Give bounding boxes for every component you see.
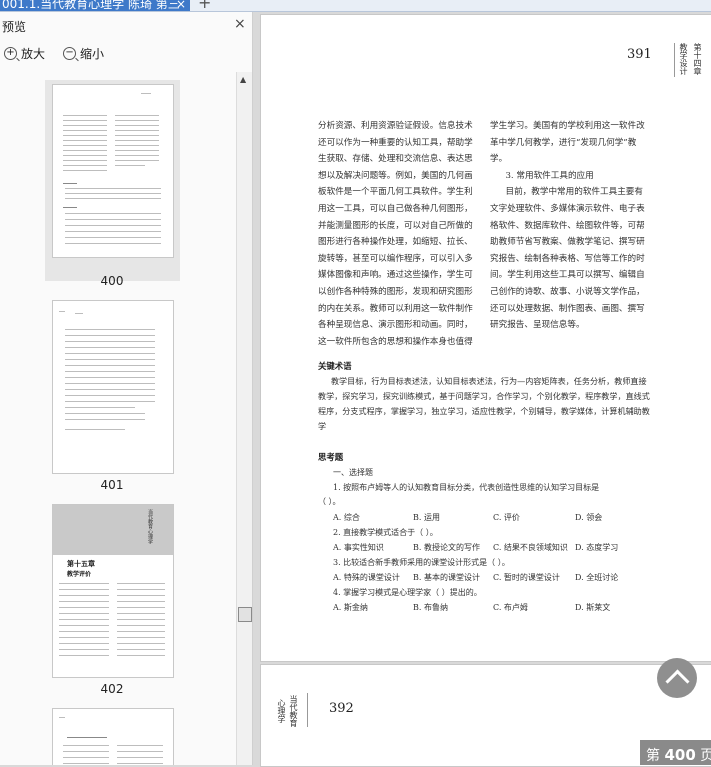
page-thumbnail-401[interactable] xyxy=(52,300,174,474)
question-2-options: A. 事实性知识 B. 教授论文的写作 C. 结果不良领域知识 D. 态度学习 xyxy=(333,542,653,554)
keywords-heading: 关键术语 xyxy=(318,361,352,371)
question-3: 3. 比较适合新手教师采用的课堂设计形式是（ ）。 xyxy=(333,558,510,567)
thumbnail-chapter-tag: 当代教育心理学 xyxy=(147,509,153,544)
thumbnail-label-400: 400 xyxy=(100,274,124,288)
question-2: 2. 直接教学模式适合于（ ）。 xyxy=(333,528,438,537)
scroll-up-icon[interactable]: ▲ xyxy=(240,75,246,84)
page2-number: 392 xyxy=(329,701,354,716)
back-to-top-button[interactable] xyxy=(657,658,697,698)
right-column: 学生学习。美国有的学校利用这一软件改革中学几何教学，进行“发现几何学”教学。 3… xyxy=(490,118,650,334)
q2-option-d: D. 态度学习 xyxy=(575,543,619,552)
questions-heading: 思考题 xyxy=(318,452,344,462)
chapter-side-title: 第十四章 xyxy=(693,43,702,75)
close-panel-icon[interactable]: × xyxy=(234,16,246,32)
q3-option-b: B. 基本的课堂设计 xyxy=(413,573,480,582)
question-1-options: A. 综合 B. 运用 C. 评价 D. 领会 xyxy=(333,512,653,524)
page2-side-title: 当代教育 xyxy=(289,695,298,727)
q4-option-c: C. 布卢姆 xyxy=(493,603,528,612)
current-page-indicator: 第 400 页 xyxy=(640,740,711,765)
q4-option-a: A. 斯金纳 xyxy=(333,603,368,612)
page-thumbnail-400[interactable] xyxy=(52,84,174,258)
thumbnail-label-401: 401 xyxy=(100,478,124,492)
thumbnail-chapter-subtitle: 教学评价 xyxy=(67,571,92,578)
question-4-options: A. 斯金纳 B. 布鲁纳 C. 布卢姆 D. 斯莱文 xyxy=(333,602,653,614)
q1-option-d: D. 领会 xyxy=(575,513,603,522)
thumbnail-scrollbar[interactable]: ▲ xyxy=(236,72,252,765)
chapter-side-subtitle: 教学设计 xyxy=(679,43,688,75)
zoom-out-icon[interactable]: − xyxy=(63,47,77,60)
q3-option-a: A. 特殊的课堂设计 xyxy=(333,573,400,582)
new-tab-button[interactable]: + xyxy=(198,0,211,11)
zoom-in-button[interactable]: 放大 xyxy=(21,45,45,62)
q2-option-c: C. 结果不良领域知识 xyxy=(493,543,568,552)
thumbnail-label-402: 402 xyxy=(100,682,124,696)
left-column: 分析资源、利用资源验证假设。信息技术还可以作为一种重要的认知工具，帮助学生获取、… xyxy=(318,118,476,350)
right-column-heading: 3. 常用软件工具的应用 xyxy=(505,170,594,181)
left-column-text: 分析资源、利用资源验证假设。信息技术还可以作为一种重要的认知工具，帮助学生获取、… xyxy=(318,121,473,347)
header-divider xyxy=(674,43,675,77)
question-4: 4. 掌握学习模式是心理学家（ ）提出的。 xyxy=(333,588,482,597)
q1-option-a: A. 综合 xyxy=(333,513,360,522)
close-tab-icon[interactable]: × xyxy=(176,0,186,11)
question-3-options: A. 特殊的课堂设计 B. 基本的课堂设计 C. 暂时的课堂设计 D. 全班讨论 xyxy=(333,572,653,584)
q4-option-d: D. 斯莱文 xyxy=(575,603,611,612)
thumbnail-chapter-title: 第十五章 xyxy=(67,559,95,568)
keywords-text: 教学目标，行为目标表述法，认知目标表述法，行为—内容矩阵表，任务分析，教师直接教… xyxy=(318,376,650,431)
right-column-text-2: 目前，教学中常用的软件工具主要有文字处理软件、多媒体演示软件、电子表格软件、数据… xyxy=(490,187,645,331)
q3-option-c: C. 暂时的课堂设计 xyxy=(493,573,560,582)
q3-option-d: D. 全班讨论 xyxy=(575,573,619,582)
page-number: 391 xyxy=(627,47,652,62)
q2-option-b: B. 教授论文的写作 xyxy=(413,543,480,552)
right-column-text-1: 学生学习。美国有的学校利用这一软件改革中学几何教学，进行“发现几何学”教学。 xyxy=(490,121,645,165)
q2-option-a: A. 事实性知识 xyxy=(333,543,384,552)
scrollbar-thumb[interactable] xyxy=(238,607,252,622)
page2-header-divider xyxy=(307,693,308,727)
document-tab-title: 001.1.当代教育心理学 陈琦 第三 xyxy=(2,0,180,11)
page2-side-subtitle: 心理学 xyxy=(277,699,286,723)
page-indicator-number: 400 xyxy=(664,746,696,764)
zoom-out-button[interactable]: 缩小 xyxy=(80,45,104,62)
q1-option-c: C. 评价 xyxy=(493,513,520,522)
document-tab[interactable]: 001.1.当代教育心理学 陈琦 第三 × xyxy=(0,0,190,11)
thumbnail-list: 400 401 当代教育心理学 第十五章 教学评价 402 xyxy=(0,72,236,765)
page-thumbnail-402[interactable]: 当代教育心理学 第十五章 教学评价 xyxy=(52,504,174,678)
section-choice-heading: 一、选择题 xyxy=(333,468,373,477)
preview-panel: 预览 × + 放大 − 缩小 400 401 当代教育心理学 第十五章 教学评价… xyxy=(0,12,253,765)
tab-bar: 001.1.当代教育心理学 陈琦 第三 × + xyxy=(0,0,711,12)
preview-panel-title: 预览 xyxy=(2,20,27,34)
page-indicator-prefix: 第 xyxy=(646,748,660,764)
question-1: 1. 按照布卢姆等人的认知教育目标分类，代表创造性思维的认知学习目标是 xyxy=(333,483,600,492)
document-page-391: 391 第十四章 教学设计 分析资源、利用资源验证假设。信息技术还可以作为一种重… xyxy=(260,14,711,662)
page-indicator-suffix: 页 xyxy=(700,748,711,764)
zoom-controls: + 放大 − 缩小 xyxy=(4,45,104,62)
page-thumbnail-403[interactable] xyxy=(52,708,174,765)
zoom-in-icon[interactable]: + xyxy=(4,47,17,60)
q1-option-b: B. 运用 xyxy=(413,513,440,522)
q4-option-b: B. 布鲁纳 xyxy=(413,603,448,612)
question-1-blank: （ ）。 xyxy=(318,497,341,506)
